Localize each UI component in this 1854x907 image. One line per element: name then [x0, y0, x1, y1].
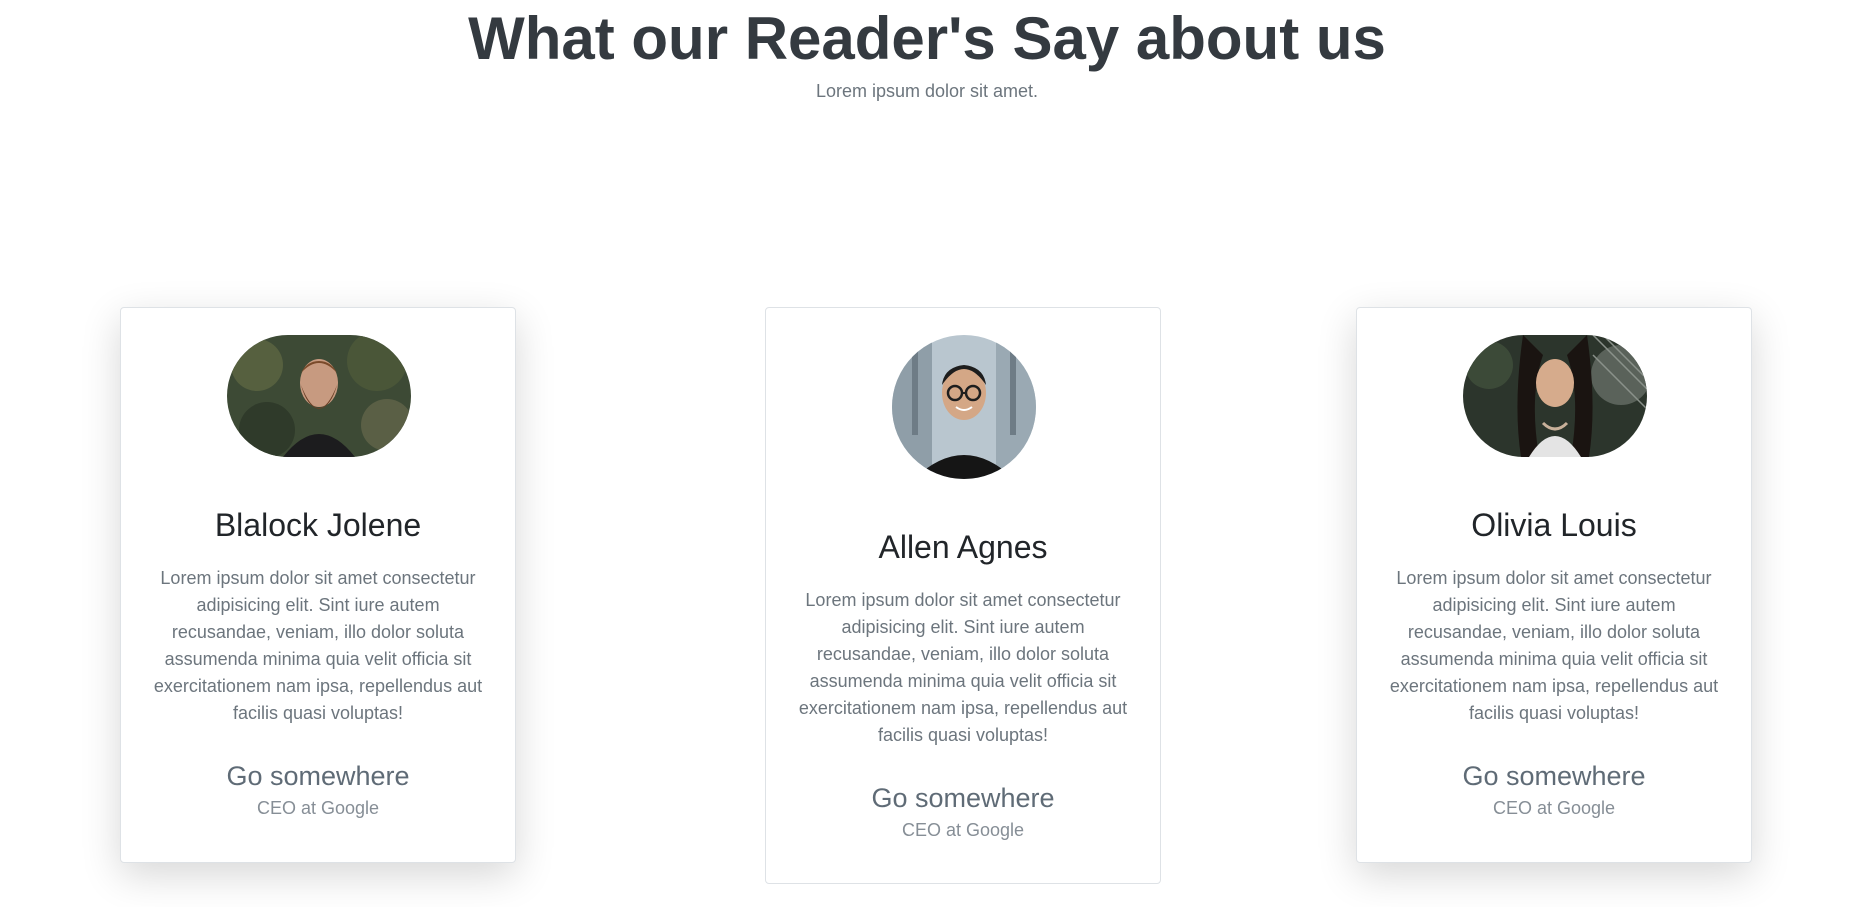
card-name: Allen Agnes [878, 529, 1048, 565]
go-somewhere-link[interactable]: Go somewhere [1357, 760, 1751, 792]
section-subtitle: Lorem ipsum dolor sit amet. [815, 81, 1039, 101]
testimonial-card-olivia-louis: Olivia Louis Lorem ipsum dolor sit amet … [1356, 307, 1752, 863]
card-text: Lorem ipsum dolor sit amet consectetur a… [153, 568, 483, 723]
avatar-photo-icon [1463, 335, 1647, 457]
testimonial-card-allen-agnes: Allen Agnes Lorem ipsum dolor sit amet c… [765, 307, 1161, 884]
avatar-photo-icon [227, 335, 411, 457]
go-somewhere-link[interactable]: Go somewhere [766, 782, 1160, 814]
avatar-photo-icon [892, 335, 1036, 479]
testimonial-card-blalock-jolene: Blalock Jolene Lorem ipsum dolor sit ame… [120, 307, 516, 863]
section-title: What our Reader's Say about us [468, 5, 1386, 72]
card-text: Lorem ipsum dolor sit amet consectetur a… [798, 590, 1128, 745]
go-somewhere-link[interactable]: Go somewhere [121, 760, 515, 792]
card-text: Lorem ipsum dolor sit amet consectetur a… [1389, 568, 1719, 723]
card-role: CEO at Google [1492, 798, 1616, 818]
avatar [227, 335, 411, 457]
card-role: CEO at Google [256, 798, 380, 818]
card-name: Olivia Louis [1471, 507, 1637, 543]
card-name: Blalock Jolene [214, 507, 422, 543]
avatar [892, 335, 1036, 479]
card-role: CEO at Google [901, 820, 1025, 840]
avatar [1463, 335, 1647, 457]
